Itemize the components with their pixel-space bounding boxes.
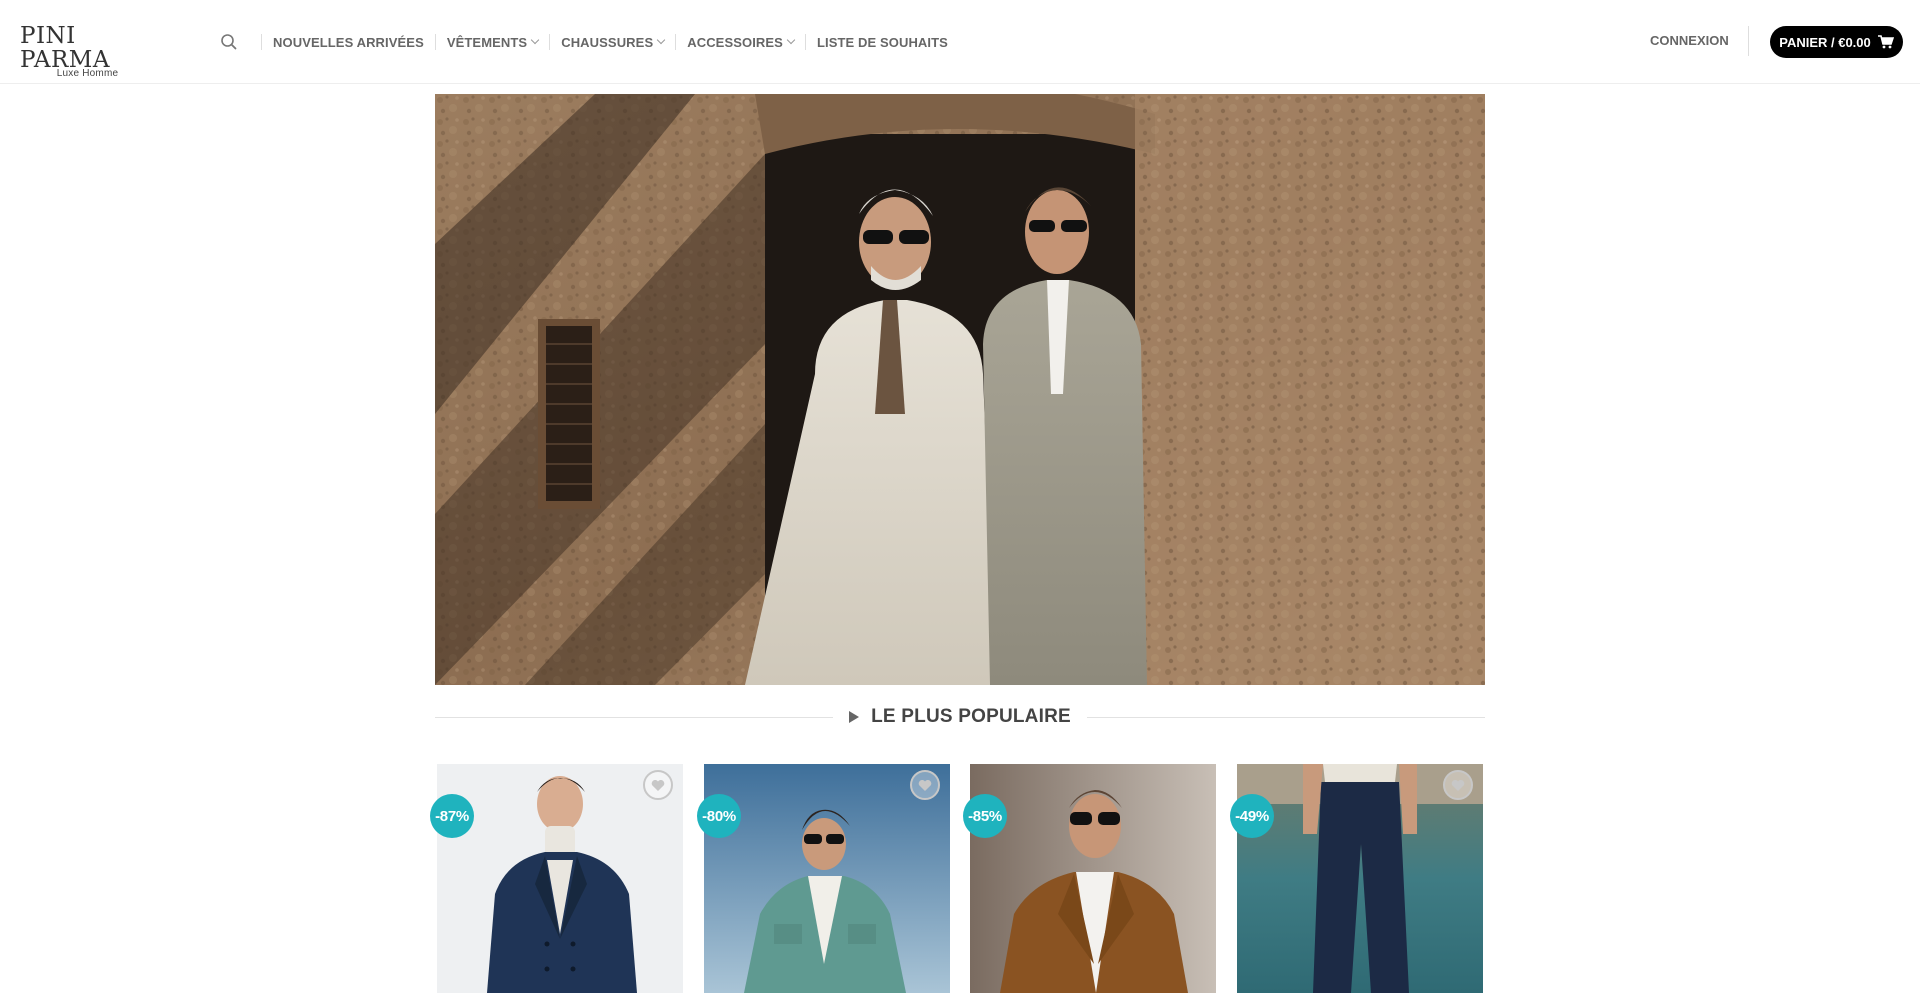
nav-item-label: NOUVELLES ARRIVÉES: [273, 34, 424, 50]
product-card[interactable]: [704, 764, 950, 993]
product-image: [1237, 764, 1483, 993]
discount-badge: -87%: [430, 794, 474, 838]
play-icon: [849, 711, 860, 723]
discount-badge: -80%: [697, 794, 741, 838]
cart-label: PANIER / €0.00: [1779, 34, 1871, 50]
nav-divider: [675, 34, 677, 50]
chevron-down-icon: [656, 35, 666, 45]
brand-logo[interactable]: PINI PARMA Luxe Homme: [20, 24, 155, 79]
wishlist-heart-icon[interactable]: [910, 770, 940, 800]
product-image: [704, 764, 950, 993]
product-image: [437, 764, 683, 993]
section-heading: LE PLUS POPULAIRE: [435, 702, 1486, 732]
product-image: [970, 764, 1216, 993]
wishlist-heart-icon[interactable]: [643, 770, 673, 800]
hero-image: [435, 94, 1485, 685]
cart-icon: [1877, 35, 1894, 49]
main-nav: NOUVELLES ARRIVÉES VÊTEMENTS CHAUSSURES …: [218, 0, 948, 84]
nav-divider: [549, 34, 551, 50]
nav-item-liste-de-souhaits[interactable]: LISTE DE SOUHAITS: [817, 35, 948, 50]
nav-item-accessoires[interactable]: ACCESSOIRES: [687, 34, 796, 50]
cart-button[interactable]: PANIER / €0.00: [1770, 26, 1903, 58]
search-icon[interactable]: [218, 31, 240, 53]
section-title-text: LE PLUS POPULAIRE: [871, 706, 1071, 727]
wishlist-heart-icon[interactable]: [1443, 770, 1473, 800]
section-divider-right: [1086, 716, 1486, 718]
product-grid: [435, 764, 1485, 993]
chevron-down-icon: [530, 35, 540, 45]
nav-item-label: CHAUSSURES: [561, 34, 654, 50]
product-card[interactable]: [437, 764, 683, 993]
product-card[interactable]: [1237, 764, 1483, 993]
nav-item-vetements[interactable]: VÊTEMENTS: [446, 34, 540, 50]
nav-divider: [804, 34, 806, 50]
discount-badge: -49%: [1230, 794, 1274, 838]
nav-item-nouvelles-arrivees[interactable]: NOUVELLES ARRIVÉES: [273, 35, 424, 50]
hero-banner[interactable]: [435, 94, 1485, 685]
section-title: LE PLUS POPULAIRE: [833, 706, 1087, 728]
brand-name: PINI PARMA: [20, 23, 110, 73]
nav-item-label: LISTE DE SOUHAITS: [816, 34, 948, 50]
site-header: PINI PARMA Luxe Homme NOUVELLES ARRIVÉES…: [0, 0, 1920, 84]
discount-badge: -85%: [963, 794, 1007, 838]
nav-item-chaussures[interactable]: CHAUSSURES: [561, 34, 666, 50]
header-divider: [1748, 26, 1749, 56]
chevron-down-icon: [786, 35, 796, 45]
login-link[interactable]: CONNEXION: [1650, 33, 1729, 48]
nav-item-label: ACCESSOIRES: [687, 34, 783, 50]
section-divider-left: [435, 716, 834, 718]
nav-item-label: VÊTEMENTS: [446, 34, 528, 50]
product-card[interactable]: [970, 764, 1216, 993]
nav-divider: [261, 34, 262, 50]
nav-divider: [434, 34, 436, 50]
